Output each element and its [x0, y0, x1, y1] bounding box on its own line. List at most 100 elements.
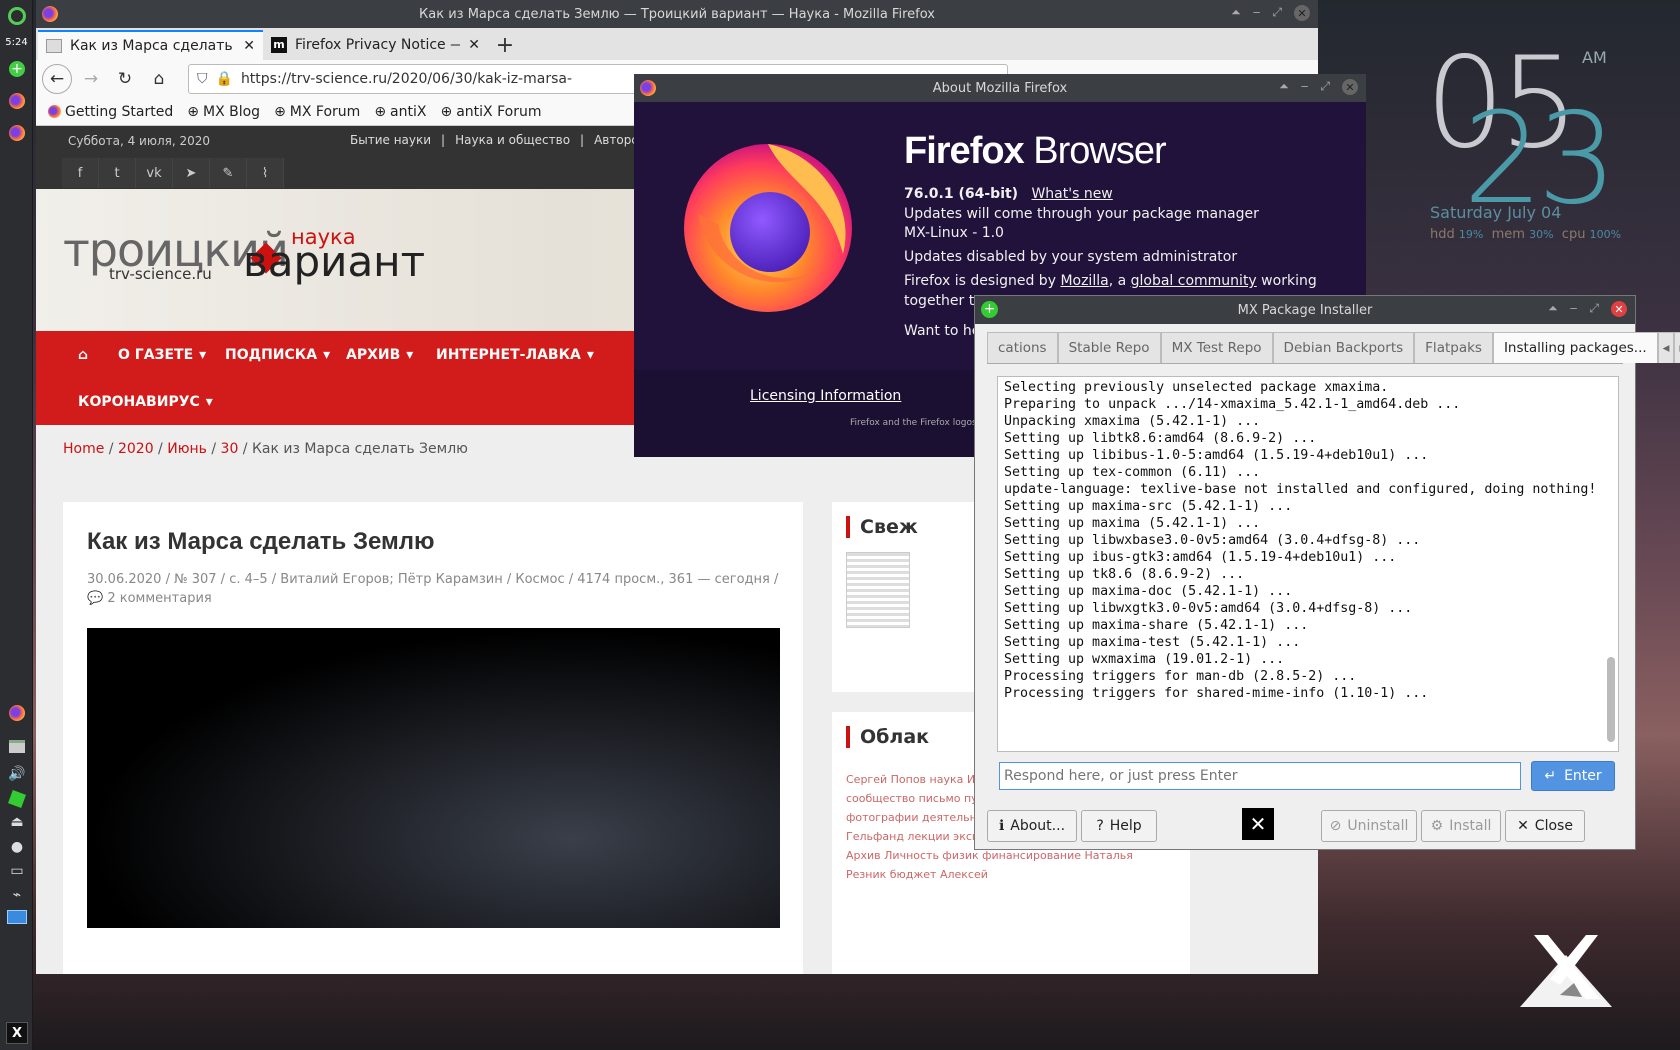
close-icon[interactable]: ✕ — [1294, 5, 1310, 21]
menu-item-archive[interactable]: АРХИВ ▾ — [346, 347, 413, 363]
shade-icon[interactable]: ⏶ — [1231, 5, 1241, 21]
about-titlebar[interactable]: About Mozilla Firefox ⏶ ‒ ⤢ ✕ — [634, 74, 1366, 102]
help-button[interactable]: ? Help — [1081, 810, 1157, 842]
eject-icon[interactable]: ⏏ — [6, 811, 28, 833]
menu-item-subscription[interactable]: ПОДПИСКА ▾ — [225, 347, 330, 363]
forward-icon[interactable]: → — [76, 64, 106, 94]
firefox-task-icon-2[interactable] — [6, 122, 28, 144]
file-manager-icon[interactable] — [6, 735, 28, 757]
update-line-2: MX-Linux - 1.0 — [904, 225, 1004, 241]
mem-label: mem — [1491, 227, 1525, 242]
facebook-icon[interactable]: f — [62, 158, 99, 188]
shade-icon[interactable]: ⏶ — [1548, 301, 1558, 317]
firefox-task-icon[interactable] — [6, 90, 28, 112]
tab-close-icon[interactable]: ✕ — [468, 37, 480, 53]
hdd-value: 19% — [1458, 228, 1484, 241]
community-link[interactable]: global community — [1131, 273, 1257, 289]
mxpi-titlebar[interactable]: + MX Package Installer ⏶ ‒ ⤢ ✕ — [975, 296, 1635, 324]
crumb-year[interactable]: 2020 — [118, 441, 154, 457]
mxpi-tabs: cations Stable Repo MX Test Repo Debian … — [987, 332, 1680, 364]
enter-button[interactable]: ↵ Enter — [1531, 761, 1615, 791]
panel-clock[interactable]: 5:24 — [0, 37, 33, 48]
menu-icon[interactable] — [6, 5, 28, 27]
reload-icon[interactable]: ↻ — [110, 64, 140, 94]
menu-item-covid[interactable]: КОРОНАВИРУС ▾ — [78, 394, 213, 410]
back-icon[interactable]: ← — [42, 64, 72, 94]
lock-icon[interactable]: 🔒 — [216, 71, 233, 87]
bookmark-getting-started[interactable]: Getting Started — [48, 104, 173, 120]
install-button[interactable]: ⚙ Install — [1421, 810, 1501, 842]
tab-stable-repo[interactable]: Stable Repo — [1057, 332, 1161, 363]
console-scrollbar[interactable] — [1606, 377, 1616, 751]
site-logo[interactable]: троицкий trv-science.ru наука вариант — [63, 225, 425, 283]
gear-icon: ⚙ — [1430, 818, 1444, 834]
rss-icon[interactable]: ⌇ — [247, 158, 284, 188]
crumb-home[interactable]: Home — [63, 441, 104, 457]
tab-debian-backports[interactable]: Debian Backports — [1272, 332, 1415, 363]
update-icon[interactable]: ● — [6, 836, 28, 858]
shade-icon[interactable]: ⏶ — [1279, 79, 1289, 95]
topnav-sep: | — [441, 133, 446, 147]
minimize-icon[interactable]: ‒ — [1253, 5, 1261, 21]
maximize-icon[interactable]: ⤢ — [1320, 79, 1330, 95]
tab-scroll-left-icon[interactable]: ◂ — [1657, 332, 1675, 363]
uninstall-icon: ⊘ — [1329, 818, 1342, 834]
home-icon[interactable]: ⌂ — [144, 64, 174, 94]
topnav-link[interactable]: Бытие науки — [350, 133, 431, 147]
minimize-icon[interactable]: ‒ — [1301, 79, 1309, 95]
comments-link[interactable]: 2 комментария — [107, 591, 211, 606]
package-icon[interactable] — [6, 788, 28, 810]
maximize-icon[interactable]: ⤢ — [1589, 301, 1599, 317]
volume-icon[interactable]: 🔊 — [6, 763, 28, 785]
new-tab-icon[interactable]: + — [488, 30, 522, 60]
display-icon[interactable]: ▭ — [6, 860, 28, 882]
bookmark-antix[interactable]: ⊕ antiX — [374, 104, 426, 120]
install-output-console[interactable]: Selecting previously unselected package … — [997, 376, 1619, 752]
designed-text: Firefox is designed by — [904, 273, 1061, 289]
menu-item-shop[interactable]: ИНТЕРНЕТ-ЛАВКА ▾ — [436, 347, 594, 363]
telegram-icon[interactable]: ➤ — [173, 158, 210, 188]
tab-popular-applications[interactable]: cations — [987, 332, 1058, 363]
maximize-icon[interactable]: ⤢ — [1272, 5, 1282, 21]
minimize-icon[interactable]: ‒ — [1570, 301, 1578, 317]
twitter-icon[interactable]: t — [99, 158, 136, 188]
tab-scroll-right-icon[interactable]: ▸ — [1674, 332, 1680, 363]
licensing-link[interactable]: Licensing Information — [750, 388, 901, 404]
tab-close-icon[interactable]: ✕ — [243, 38, 255, 54]
issue-thumbnail[interactable] — [846, 552, 910, 628]
uninstall-button[interactable]: ⊘ Uninstall — [1321, 810, 1417, 842]
tab-mx-test-repo[interactable]: MX Test Repo — [1160, 332, 1273, 363]
mx-logo-icon[interactable]: X — [6, 1022, 28, 1044]
edit-icon[interactable]: ✎ — [210, 158, 247, 188]
whats-new-link[interactable]: What's new — [1031, 186, 1112, 202]
topnav-link[interactable]: Наука и общество — [455, 133, 570, 147]
crumb-day[interactable]: 30 — [221, 441, 239, 457]
bookmark-mx-forum[interactable]: ⊕ MX Forum — [274, 104, 360, 120]
vk-icon[interactable]: vk — [136, 158, 173, 188]
bookmark-antix-forum[interactable]: ⊕ antiX Forum — [440, 104, 541, 120]
tab-privacy[interactable]: m Firefox Privacy Notice — ✕ — [263, 30, 488, 60]
tracking-shield-icon[interactable]: ⛉ — [197, 71, 208, 87]
tab-article[interactable]: Как из Марса сделать Зе ✕ — [38, 30, 263, 60]
desktop-switch-icon[interactable] — [6, 906, 28, 928]
firefox-titlebar[interactable]: Как из Марса сделать Землю — Троицкий ва… — [36, 0, 1318, 28]
tab-flatpaks[interactable]: Flatpaks — [1414, 332, 1493, 363]
firefox-launcher-icon[interactable] — [6, 702, 28, 724]
bookmark-mx-blog[interactable]: ⊕ MX Blog — [187, 104, 260, 120]
tab-installing-packages[interactable]: Installing packages... — [1492, 332, 1658, 363]
mozilla-link[interactable]: Mozilla — [1060, 273, 1108, 289]
close-icon[interactable]: ✕ — [1611, 301, 1627, 317]
crumb-month[interactable]: Июнь — [167, 441, 207, 457]
scrollbar-thumb[interactable] — [1607, 657, 1615, 742]
close-button[interactable]: ✕ Close — [1505, 810, 1585, 842]
clip-icon[interactable]: ⌁ — [6, 884, 28, 906]
help-icon: ? — [1096, 818, 1104, 834]
respond-input[interactable] — [999, 762, 1521, 790]
about-button[interactable]: ℹ About... — [987, 810, 1077, 842]
article-meta: 30.06.2020 / № 307 / с. 4–5 / Виталий Ег… — [87, 570, 787, 608]
add-icon[interactable]: + — [6, 58, 28, 80]
caret-down-icon: ▾ — [406, 347, 414, 363]
menu-home-icon[interactable]: ⌂ — [78, 347, 88, 363]
close-icon[interactable]: ✕ — [1342, 79, 1358, 95]
menu-item-about[interactable]: О ГАЗЕТЕ ▾ — [118, 347, 206, 363]
